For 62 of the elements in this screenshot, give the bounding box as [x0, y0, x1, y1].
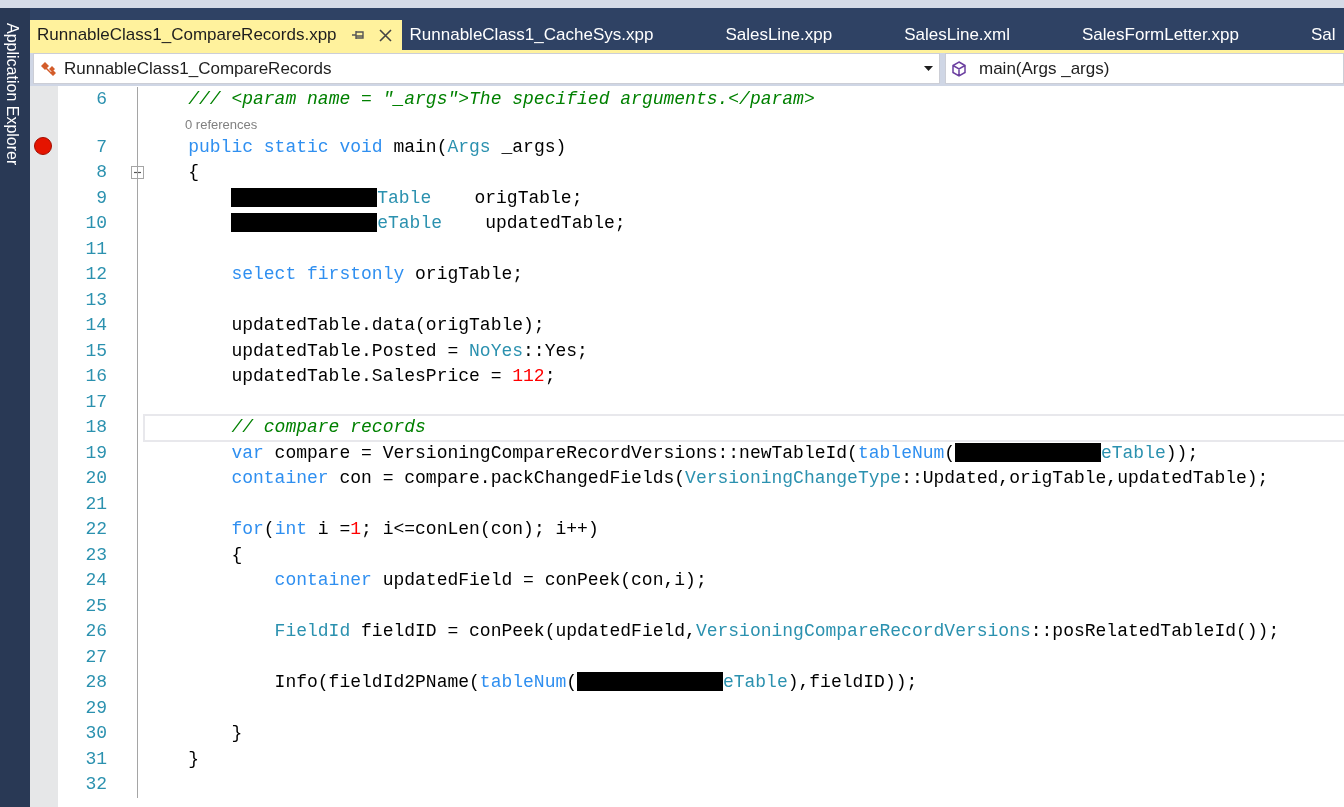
line-number: 19	[84, 441, 108, 465]
editor-tab[interactable]: RunnableClass1_CompareRecords.xpp	[30, 20, 402, 50]
code-line: {	[231, 544, 243, 565]
line-number: 31	[84, 747, 108, 771]
code-line: }	[231, 723, 243, 743]
code-line: var compare = VersioningCompareRecordVersions::newTableId(tableNum( eTable));	[231, 442, 1199, 463]
line-number: 22	[84, 518, 108, 541]
line-number: 17	[84, 390, 108, 414]
line-number: 9	[95, 186, 108, 210]
code-line: FieldId fieldID = conPeek(updatedField,VersioningCompareRecordVersions::posRelatedTableId());	[274, 621, 1280, 641]
code-line: select firstonly origTable;	[231, 264, 524, 284]
editor-tab[interactable]: SalesLine.xml	[896, 20, 1074, 50]
line-number: 10	[84, 212, 108, 235]
caret-icon[interactable]	[924, 66, 933, 71]
code-line: // compare records	[231, 417, 426, 437]
codelens-link[interactable]: 0 references	[185, 113, 258, 136]
code-line: Info(fieldId2PName(tableNum( eTable),fieldID));	[274, 672, 918, 692]
line-number: 25	[84, 594, 108, 618]
type-dropdown[interactable]: RunnableClass1_CompareRecords	[33, 53, 940, 84]
code-line: {	[188, 162, 199, 182]
line-number: 26	[84, 620, 108, 643]
line-number: 8	[95, 161, 108, 184]
close-icon[interactable]	[378, 28, 392, 42]
code-line: container con = compare.packChangedFields(VersioningChangeType::Updated,origTable,updatedTable);	[231, 468, 1269, 488]
breakpoint-icon[interactable]	[34, 136, 52, 155]
member-dropdown[interactable]: main(Args _args)	[945, 53, 1344, 84]
code-line: updatedTable.data(origTable);	[231, 315, 545, 335]
code-line: Table origTable;	[231, 187, 583, 208]
code-line: updatedTable.Posted = NoYes::Yes;	[231, 340, 588, 361]
line-number: 30	[84, 722, 108, 745]
pin-icon[interactable]	[350, 29, 365, 41]
line-number: 20	[84, 467, 108, 490]
side-panel-tab[interactable]: Application Explorer	[3, 16, 21, 166]
code-line: for(int i =1; i<=conLen(con); i++)	[231, 519, 599, 539]
line-number: 12	[84, 263, 108, 286]
line-number: 23	[84, 543, 108, 567]
editor-tab[interactable]: SalesFormLetter.xpp	[1074, 20, 1303, 50]
line-number: 14	[84, 314, 108, 337]
editor-tab[interactable]: Sal	[1302, 20, 1344, 50]
line-number: 7	[95, 135, 108, 159]
line-number: 28	[84, 671, 108, 694]
line-number: 29	[84, 696, 108, 720]
editor-tab[interactable]: SalesLine.xpp	[717, 20, 897, 50]
editor-tab[interactable]: RunnableClass1_CacheSys.xpp	[401, 20, 718, 50]
line-number: 18	[84, 416, 108, 439]
line-number: 16	[84, 365, 108, 388]
code-line: /// <param name = "_args">The specified arguments.</param>	[188, 89, 815, 109]
code-line: container updatedField = conPeek(con,i);	[274, 570, 707, 590]
line-number: 13	[84, 288, 108, 312]
class-icon	[40, 59, 58, 78]
code-line: updatedTable.SalesPrice = 112;	[231, 366, 556, 386]
line-number: 32	[84, 773, 108, 796]
code-line: public static void main(Args _args)	[188, 136, 567, 157]
code-line: }	[188, 748, 199, 769]
line-number: 11	[84, 237, 108, 261]
line-number: 24	[84, 569, 108, 592]
cube-icon	[951, 60, 967, 77]
line-number: 15	[84, 339, 108, 363]
line-number: 6	[95, 88, 108, 111]
line-number: 27	[84, 645, 108, 669]
line-number: 21	[84, 492, 108, 516]
code-line: eTable updatedTable;	[231, 213, 626, 233]
